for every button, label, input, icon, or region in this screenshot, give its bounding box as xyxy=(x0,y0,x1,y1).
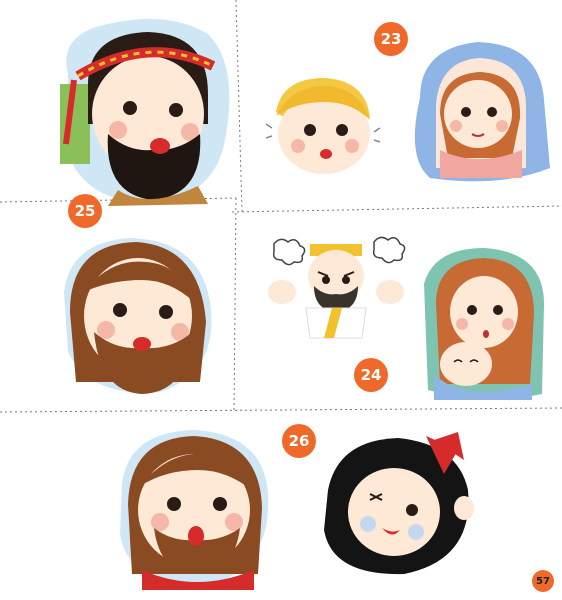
face-brown-hair-man xyxy=(64,238,212,394)
face-girl-headscarf xyxy=(414,42,550,182)
face-surprised-bearded-man xyxy=(120,430,269,590)
badge-24: 24 xyxy=(354,358,388,392)
face-girl-red-bow xyxy=(324,432,474,575)
face-bearded-man-headband xyxy=(60,18,230,206)
face-blonde-boy xyxy=(265,78,381,174)
page-number: 57 xyxy=(532,570,554,592)
anger-puff xyxy=(272,238,306,266)
face-mother-with-baby xyxy=(424,248,544,400)
face-angry-king xyxy=(268,236,406,339)
